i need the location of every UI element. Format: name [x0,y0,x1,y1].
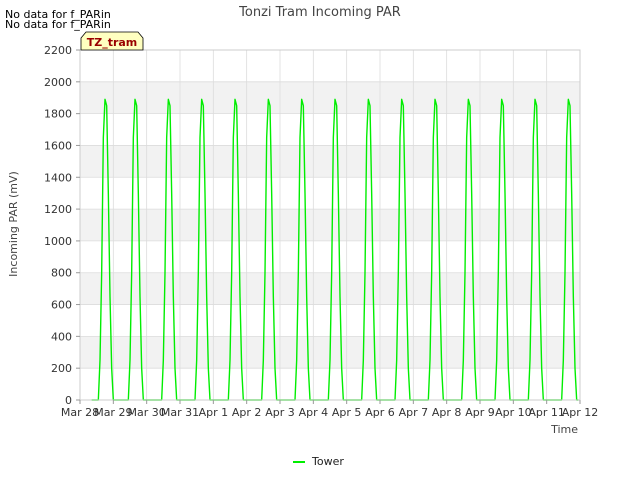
x-tick-label: Mar 31 [161,406,199,419]
chart: Tonzi Tram Incoming PAR 0200400600800100… [7,5,598,468]
y-axis-label: Incoming PAR (mV) [7,171,20,277]
legend: Tower [293,455,344,468]
x-tick-label: Apr 3 [265,406,295,419]
x-tick-label: Apr 10 [495,406,532,419]
x-axis-label: Time [550,423,578,436]
y-tick-label: 1000 [44,235,72,248]
plot-band [80,272,580,305]
plot-band [80,81,580,114]
y-tick-label: 1200 [44,203,72,216]
x-tick-label: Apr 2 [232,406,262,419]
y-tick-label: 2000 [44,76,72,89]
x-tick-label: Apr 8 [432,406,462,419]
x-ticks: Mar 28Mar 29Mar 30Mar 31 Apr 1 Apr 2 Apr 3A… [61,400,598,419]
x-tick-label: Apr 9 [465,406,495,419]
y-ticks: 0200400600800100012001400160018002000220… [44,44,80,407]
x-tick-label: Apr 4 [299,406,329,419]
tz-tram-label: TZ_tram [87,36,138,49]
chart-title: Tonzi Tram Incoming PAR [238,5,401,20]
y-tick-label: 400 [51,330,72,343]
y-tick-label: 600 [51,299,72,312]
x-tick-label: Apr 7 [399,406,429,419]
y-tick-label: 1600 [44,139,72,152]
x-tick-label: Apr 5 [332,406,362,419]
y-tick-label: 800 [51,267,72,280]
y-tick-label: 200 [51,362,72,375]
y-tick-label: 2200 [44,44,72,57]
x-tick-label: Apr 11 [528,406,565,419]
tz-tram-box: TZ_tram [80,31,144,51]
y-tick-label: 1400 [44,171,72,184]
x-tick-label: Apr 1 [199,406,229,419]
legend-label-tower: Tower [311,455,344,468]
x-tick-label: Apr 6 [365,406,395,419]
x-tick-label: Apr 12 [562,406,599,419]
y-tick-label: 1800 [44,108,72,121]
